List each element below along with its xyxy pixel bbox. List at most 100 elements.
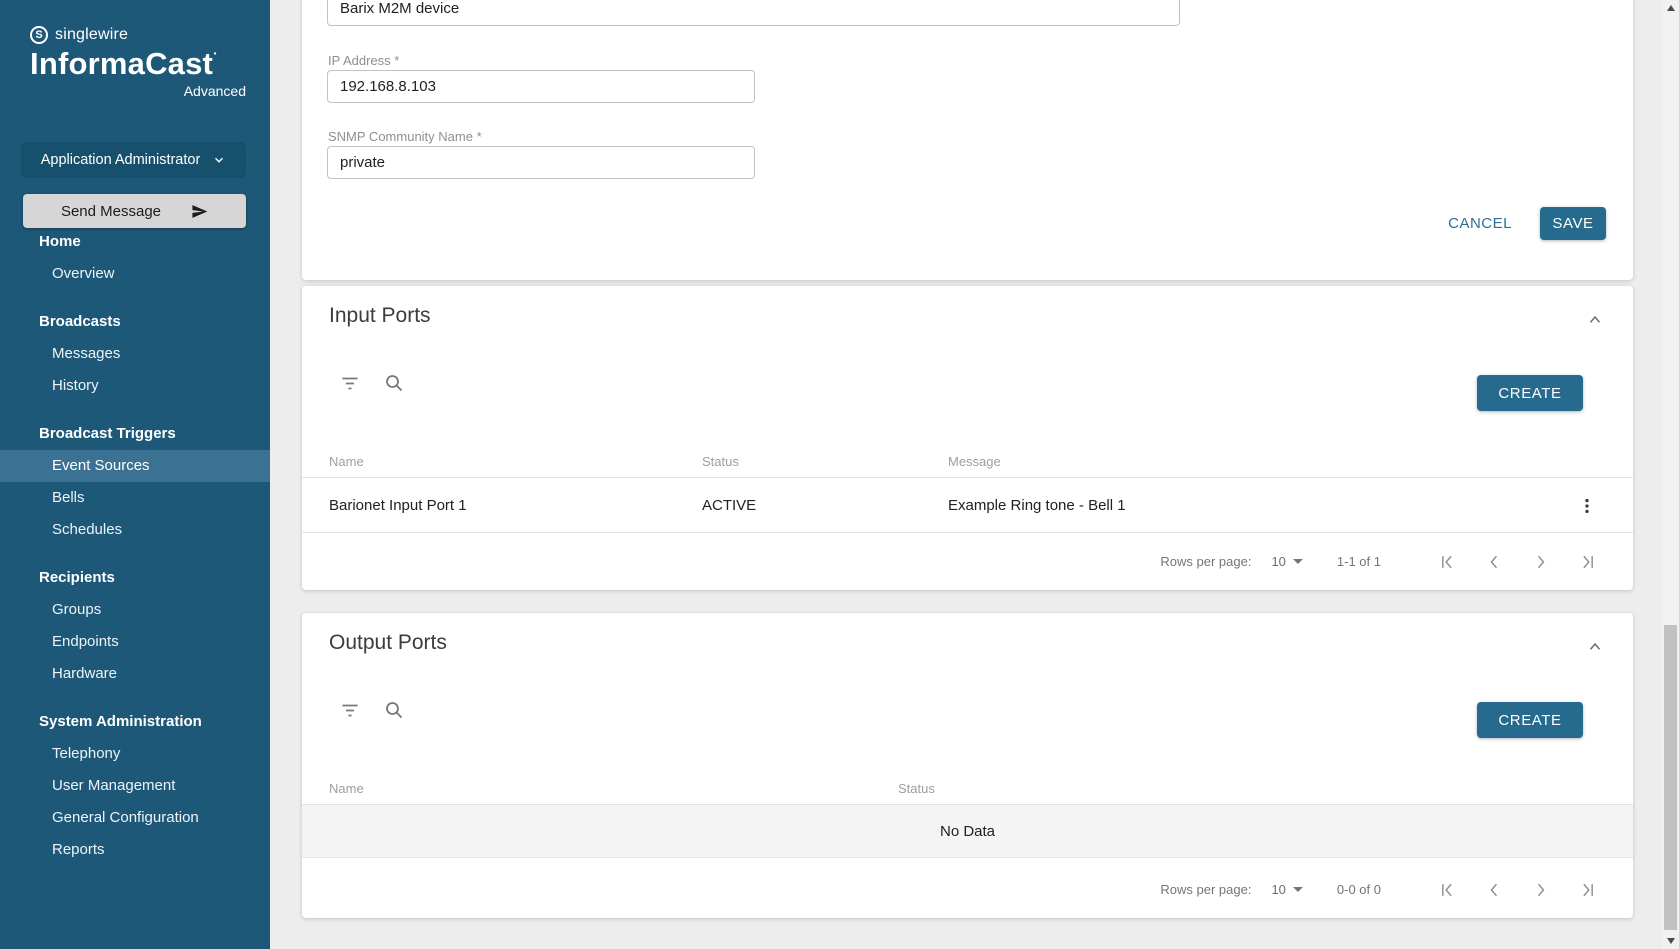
no-data-row: No Data: [302, 805, 1633, 858]
logo-product-name: InformaCast·: [30, 46, 246, 82]
sidebar: S singlewire InformaCast· Advanced Appli…: [0, 0, 270, 949]
device-form-card: IP Address * SNMP Community Name * CANCE…: [302, 0, 1633, 280]
search-icon: [384, 373, 404, 393]
trademark-mark: ·: [213, 45, 218, 61]
sidebar-item-bells[interactable]: Bells: [0, 482, 270, 514]
output-ports-collapse-button[interactable]: [1583, 635, 1607, 659]
output-ports-create-button[interactable]: CREATE: [1477, 702, 1583, 738]
input-ports-card: Input Ports CREATE Name Status Message B…: [302, 286, 1633, 590]
search-button[interactable]: [382, 698, 406, 722]
first-page-icon[interactable]: [1436, 879, 1458, 901]
nav-header-recipients: Recipients: [0, 562, 270, 594]
last-page-icon[interactable]: [1577, 551, 1599, 573]
snmp-community-input[interactable]: [327, 146, 755, 179]
rows-per-page-label: Rows per page:: [1160, 554, 1251, 569]
singlewire-logo-icon: S: [30, 26, 48, 44]
sidebar-item-messages[interactable]: Messages: [0, 338, 270, 370]
send-message-label: Send Message: [61, 203, 161, 220]
cancel-button[interactable]: CANCEL: [1448, 215, 1512, 232]
last-page-icon[interactable]: [1577, 879, 1599, 901]
snmp-community-label: SNMP Community Name *: [328, 129, 482, 144]
scrollbar-thumb[interactable]: [1664, 625, 1677, 930]
output-ports-card: Output Ports CREATE Name Status No Data …: [302, 613, 1633, 918]
triangle-up-icon: [1667, 5, 1675, 11]
previous-page-icon[interactable]: [1483, 551, 1505, 573]
next-page-icon[interactable]: [1530, 879, 1552, 901]
caret-down-icon: [1293, 887, 1303, 892]
column-header-status: Status: [898, 781, 935, 796]
input-ports-title: Input Ports: [329, 304, 431, 328]
chevron-down-icon: [212, 153, 226, 167]
sidebar-item-general-configuration[interactable]: General Configuration: [0, 802, 270, 834]
column-header-name: Name: [329, 454, 364, 469]
sidebar-item-history[interactable]: History: [0, 370, 270, 402]
save-button[interactable]: SAVE: [1540, 207, 1606, 240]
send-message-button[interactable]: Send Message: [23, 194, 246, 228]
sidebar-item-telephony[interactable]: Telephony: [0, 738, 270, 770]
sidebar-item-hardware[interactable]: Hardware: [0, 658, 270, 690]
previous-page-icon[interactable]: [1483, 879, 1505, 901]
rows-per-page-select[interactable]: 10: [1271, 882, 1302, 897]
logo-company-name: singlewire: [55, 26, 128, 44]
rows-per-page-select[interactable]: 10: [1271, 554, 1302, 569]
input-ports-collapse-button[interactable]: [1583, 308, 1607, 332]
kebab-menu-icon: [1577, 496, 1597, 516]
column-header-status: Status: [702, 454, 739, 469]
row-status-cell: ACTIVE: [702, 479, 756, 533]
sidebar-item-event-sources[interactable]: Event Sources: [0, 450, 270, 482]
ip-address-input[interactable]: [327, 70, 755, 103]
search-icon: [384, 700, 404, 720]
ip-address-label: IP Address *: [328, 53, 399, 68]
output-ports-table-header: Name Status: [302, 775, 1633, 805]
sidebar-item-groups[interactable]: Groups: [0, 594, 270, 626]
first-page-icon[interactable]: [1436, 551, 1458, 573]
filter-icon: [340, 700, 360, 720]
table-row[interactable]: Barionet Input Port 1 ACTIVE Example Rin…: [302, 479, 1633, 533]
rows-per-page-label: Rows per page:: [1160, 882, 1251, 897]
sidebar-item-schedules[interactable]: Schedules: [0, 514, 270, 546]
input-ports-create-button[interactable]: CREATE: [1477, 375, 1583, 411]
singlewire-logo: S singlewire InformaCast· Advanced: [30, 26, 246, 99]
role-selector-label: Application Administrator: [41, 152, 201, 168]
nav-header-home: Home: [0, 226, 270, 258]
row-name-cell: Barionet Input Port 1: [329, 479, 467, 533]
filter-button[interactable]: [338, 698, 362, 722]
scrollbar-up-arrow[interactable]: [1662, 0, 1679, 16]
nav-header-broadcast-triggers: Broadcast Triggers: [0, 418, 270, 450]
sidebar-item-overview[interactable]: Overview: [0, 258, 270, 290]
row-message-cell: Example Ring tone - Bell 1: [948, 479, 1126, 533]
rows-per-page-value: 10: [1271, 554, 1285, 569]
column-header-name: Name: [329, 781, 364, 796]
next-page-icon[interactable]: [1530, 551, 1552, 573]
pagination-range: 1-1 of 1: [1337, 554, 1381, 569]
device-name-input[interactable]: [327, 0, 1180, 26]
sidebar-item-endpoints[interactable]: Endpoints: [0, 626, 270, 658]
sidebar-item-user-management[interactable]: User Management: [0, 770, 270, 802]
chevron-up-icon: [1586, 638, 1604, 656]
caret-down-icon: [1293, 559, 1303, 564]
filter-button[interactable]: [338, 371, 362, 395]
pagination-range: 0-0 of 0: [1337, 882, 1381, 897]
vertical-scrollbar[interactable]: [1662, 0, 1679, 949]
row-actions-menu-button[interactable]: [1575, 494, 1599, 518]
nav-header-system-administration: System Administration: [0, 706, 270, 738]
scrollbar-down-arrow[interactable]: [1662, 933, 1679, 949]
sidebar-item-reports[interactable]: Reports: [0, 834, 270, 866]
input-ports-table-header: Name Status Message: [302, 448, 1633, 478]
input-ports-pagination: Rows per page: 10 1-1 of 1: [302, 533, 1633, 590]
triangle-down-icon: [1667, 938, 1675, 944]
output-ports-pagination: Rows per page: 10 0-0 of 0: [302, 861, 1633, 918]
chevron-up-icon: [1586, 311, 1604, 329]
main-content: IP Address * SNMP Community Name * CANCE…: [270, 0, 1662, 949]
rows-per-page-value: 10: [1271, 882, 1285, 897]
filter-icon: [340, 373, 360, 393]
send-icon: [191, 203, 208, 220]
nav-header-broadcasts: Broadcasts: [0, 306, 270, 338]
no-data-text: No Data: [940, 823, 995, 840]
column-header-message: Message: [948, 454, 1001, 469]
search-button[interactable]: [382, 371, 406, 395]
logo-edition: Advanced: [30, 83, 246, 99]
output-ports-title: Output Ports: [329, 631, 447, 655]
sidebar-nav: Home Overview Broadcasts Messages Histor…: [0, 226, 270, 882]
role-selector-dropdown[interactable]: Application Administrator: [21, 142, 246, 178]
